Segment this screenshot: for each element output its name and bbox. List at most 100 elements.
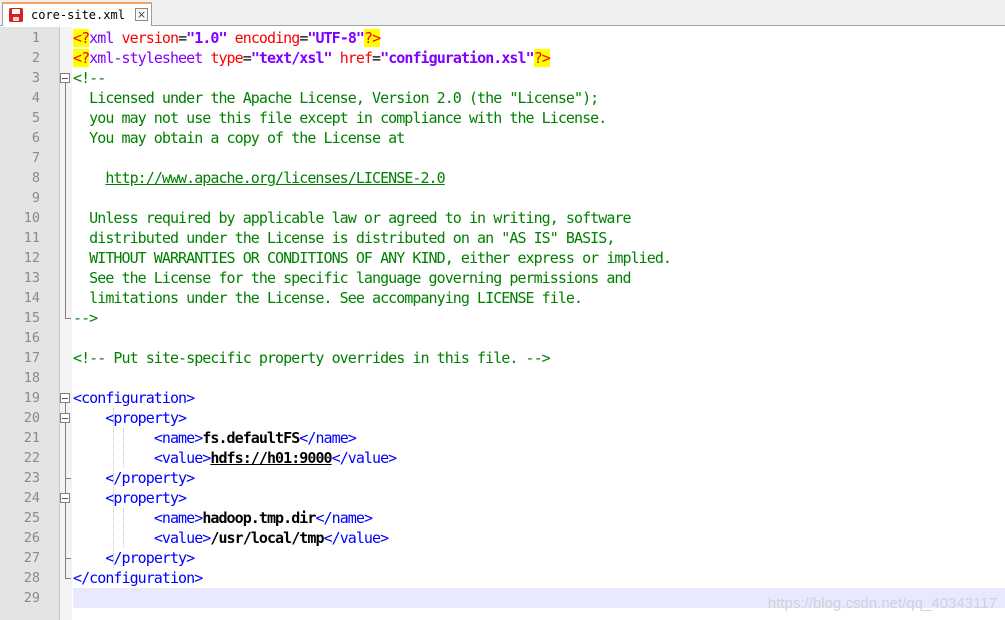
line-code: Licensed under the Apache License, Versi… xyxy=(73,88,599,108)
comment-text: Licensed under the Apache License, Versi… xyxy=(73,89,599,107)
line-code: http://www.apache.org/licenses/LICENSE-2… xyxy=(73,168,445,188)
xml-tag: </name> xyxy=(299,429,357,447)
line-code: <?xml-stylesheet type="text/xsl" href="c… xyxy=(73,48,551,68)
line-number: 2 xyxy=(31,50,40,66)
xml-tag: <name> xyxy=(153,509,203,527)
code-line-10[interactable]: 10 Unless required by applicable law or … xyxy=(0,208,1005,228)
line-code: --> xyxy=(73,308,98,328)
line-number: 26 xyxy=(23,530,40,546)
comment-text: <!-- xyxy=(73,69,106,87)
attribute-name: version xyxy=(121,29,180,47)
element-text: /usr/local/tmp xyxy=(210,529,324,547)
line-number: 20 xyxy=(23,410,40,426)
indent-guide xyxy=(123,508,124,548)
fold-toggle-icon[interactable] xyxy=(60,73,70,83)
element-text: hdfs://h01:9000 xyxy=(210,449,332,467)
indent-guide xyxy=(123,428,124,468)
whitespace: = xyxy=(178,29,187,47)
line-number: 16 xyxy=(23,330,40,346)
line-number: 17 xyxy=(23,350,40,366)
code-editor[interactable]: 1 <?xml version="1.0" encoding="UTF-8"?> 2… xyxy=(0,27,1005,620)
line-number: 6 xyxy=(31,130,40,146)
code-line-24[interactable]: 24 <property> xyxy=(0,488,1005,508)
code-line-4[interactable]: 4 Licensed under the Apache License, Ver… xyxy=(0,88,1005,108)
line-number: 8 xyxy=(31,170,40,186)
code-line-7[interactable]: 7 xyxy=(0,148,1005,168)
attribute-value: "configuration.xsl" xyxy=(380,49,534,67)
line-code: </property> xyxy=(73,468,195,488)
attribute-value: "text/xsl" xyxy=(250,49,333,67)
code-line-5[interactable]: 5 you may not use this file except in co… xyxy=(0,108,1005,128)
code-line-9[interactable]: 9 xyxy=(0,188,1005,208)
attribute-value: "1.0" xyxy=(186,29,227,47)
comment-text: limitations under the License. See accom… xyxy=(73,289,583,307)
code-line-6[interactable]: 6 You may obtain a copy of the License a… xyxy=(0,128,1005,148)
comment-text: <!-- Put site-specific property override… xyxy=(73,349,551,367)
xml-declaration-marker: <? xyxy=(73,29,90,47)
fold-end-marker xyxy=(65,558,71,559)
xml-tag: </value> xyxy=(331,449,398,467)
code-line-17[interactable]: 17 <!-- Put site-specific property overri… xyxy=(0,348,1005,368)
line-number: 9 xyxy=(31,190,40,206)
fold-toggle-icon[interactable] xyxy=(60,393,70,403)
xml-pi-name: xml-stylesheet xyxy=(89,49,211,67)
code-line-16[interactable]: 16 xyxy=(0,328,1005,348)
line-number: 1 xyxy=(31,30,40,46)
code-line-8[interactable]: 8 http://www.apache.org/licenses/LICENSE… xyxy=(0,168,1005,188)
xml-pi-name: xml xyxy=(89,29,122,47)
line-number: 23 xyxy=(23,470,40,486)
code-line-23[interactable]: 23 </property> xyxy=(0,468,1005,488)
line-code: <!-- Put site-specific property override… xyxy=(73,348,551,368)
fold-range-line xyxy=(65,403,66,578)
line-code: <property> xyxy=(73,408,187,428)
line-code: </property> xyxy=(73,548,195,568)
tab-core-site-xml[interactable]: core-site.xml × xyxy=(2,2,152,26)
attribute-name: type xyxy=(210,49,243,67)
line-number: 15 xyxy=(23,310,40,326)
attribute-name: encoding xyxy=(234,29,301,47)
code-line-21[interactable]: 21 <name>fs.defaultFS</name> xyxy=(0,428,1005,448)
line-number: 3 xyxy=(31,70,40,86)
line-number: 5 xyxy=(31,110,40,126)
license-link[interactable]: http://www.apache.org/licenses/LICENSE-2… xyxy=(105,169,445,187)
code-line-13[interactable]: 13 See the License for the specific lang… xyxy=(0,268,1005,288)
whitespace: = xyxy=(372,49,381,67)
code-line-2[interactable]: 2 <?xml-stylesheet type="text/xsl" href="… xyxy=(0,48,1005,68)
fold-toggle-icon[interactable] xyxy=(60,493,70,503)
code-line-26[interactable]: 26 <value>/usr/local/tmp</value> xyxy=(0,528,1005,548)
code-line-25[interactable]: 25 <name>hadoop.tmp.dir</name> xyxy=(0,508,1005,528)
code-line-12[interactable]: 12 WITHOUT WARRANTIES OR CONDITIONS OF A… xyxy=(0,248,1005,268)
xml-tag: <value> xyxy=(153,449,212,467)
code-line-27[interactable]: 27 </property> xyxy=(0,548,1005,568)
code-line-3[interactable]: 3 <!-- xyxy=(0,68,1005,88)
code-line-18[interactable]: 18 xyxy=(0,368,1005,388)
line-number: 7 xyxy=(31,150,40,166)
code-line-14[interactable]: 14 limitations under the License. See ac… xyxy=(0,288,1005,308)
code-line-15[interactable]: 15 --> xyxy=(0,308,1005,328)
line-number: 24 xyxy=(23,490,40,506)
line-number: 21 xyxy=(23,430,40,446)
code-line-20[interactable]: 20 <property> xyxy=(0,408,1005,428)
code-line-28[interactable]: 28 </configuration> xyxy=(0,568,1005,588)
line-code: limitations under the License. See accom… xyxy=(73,288,583,308)
code-line-1[interactable]: 1 <?xml version="1.0" encoding="UTF-8"?> xyxy=(0,28,1005,48)
xml-declaration-marker: ?> xyxy=(533,49,551,67)
line-number: 11 xyxy=(23,230,40,246)
code-line-11[interactable]: 11 distributed under the License is dist… xyxy=(0,228,1005,248)
xml-declaration-marker: <? xyxy=(73,49,90,67)
xml-tag: <configuration> xyxy=(73,389,195,407)
comment-text: WITHOUT WARRANTIES OR CONDITIONS OF ANY … xyxy=(73,249,672,267)
line-code: <value>hdfs://h01:9000</value> xyxy=(73,448,398,468)
fold-toggle-icon[interactable] xyxy=(60,413,70,423)
comment-text xyxy=(73,169,105,187)
close-icon[interactable]: × xyxy=(135,8,148,21)
code-line-19[interactable]: 19 <configuration> xyxy=(0,388,1005,408)
line-code: <!-- xyxy=(73,68,106,88)
line-code: distributed under the License is distrib… xyxy=(73,228,615,248)
xml-tag: </property> xyxy=(105,469,195,487)
line-number: 4 xyxy=(31,90,40,106)
code-line-22[interactable]: 22 <value>hdfs://h01:9000</value> xyxy=(0,448,1005,468)
xml-tag: </value> xyxy=(323,529,390,547)
